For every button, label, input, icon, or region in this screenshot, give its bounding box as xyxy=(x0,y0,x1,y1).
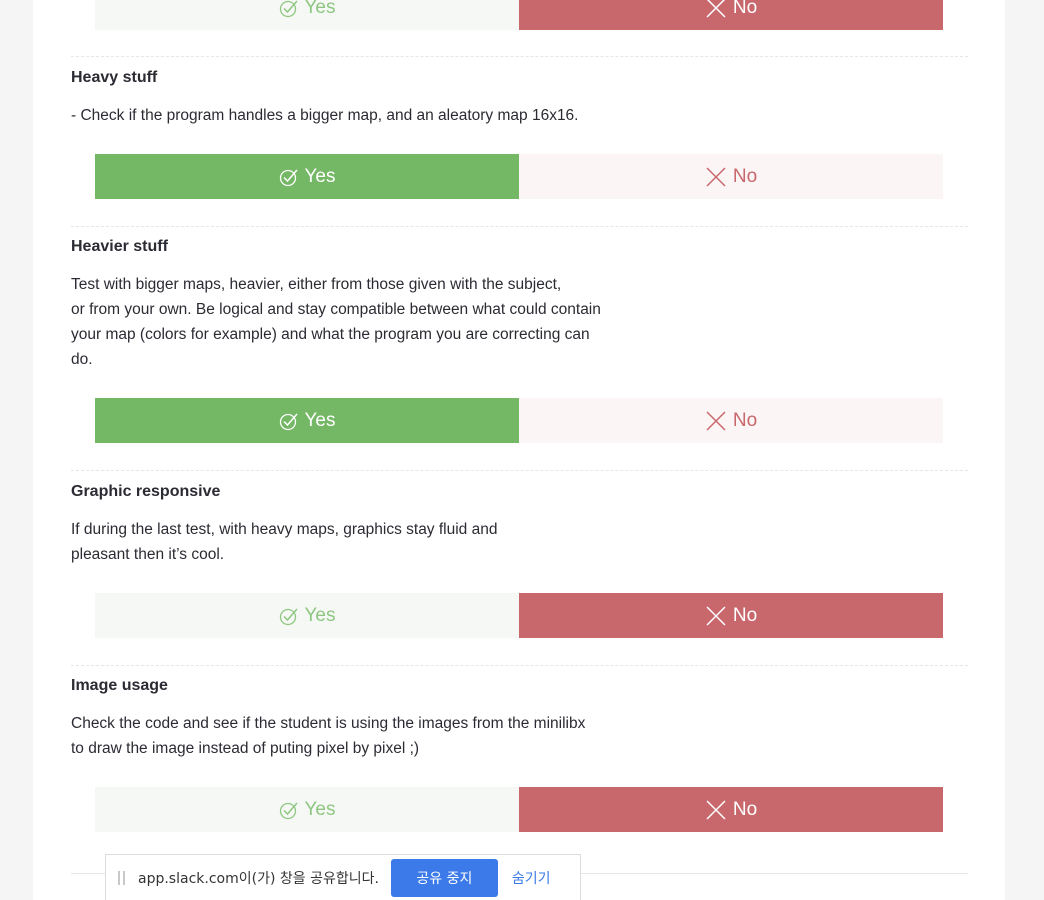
no-label: No xyxy=(732,604,758,626)
section-title: Heavy stuff xyxy=(71,69,158,86)
divider xyxy=(71,665,968,666)
no-button[interactable]: No xyxy=(519,593,943,638)
no-button[interactable]: No xyxy=(519,398,943,443)
answer-row-0: Yes No xyxy=(95,0,943,30)
evaluation-card: Yes No Heavy stuff - Check if the progra… xyxy=(33,0,1005,900)
no-label: No xyxy=(732,165,758,187)
section-description: If during the last test, with heavy maps… xyxy=(71,521,498,563)
check-icon xyxy=(279,0,299,18)
drag-handle-icon[interactable] xyxy=(118,870,128,885)
check-icon xyxy=(279,606,299,626)
section-description: Check the code and see if the student is… xyxy=(71,715,586,757)
section-title: Graphic responsive xyxy=(71,483,221,500)
x-icon xyxy=(705,605,727,627)
answer-row-4: Yes No xyxy=(95,787,943,832)
x-icon xyxy=(705,0,727,19)
yes-button[interactable]: Yes xyxy=(95,593,519,638)
answer-row-3: Yes No xyxy=(95,593,943,638)
answer-row-2: Yes No xyxy=(95,398,943,443)
screen-share-bar: app.slack.com이(가) 창을 공유합니다. 공유 중지 숨기기 xyxy=(105,854,581,900)
x-icon xyxy=(705,799,727,821)
stop-sharing-button[interactable]: 공유 중지 xyxy=(390,858,498,897)
section-description: - Check if the program handles a bigger … xyxy=(71,107,579,124)
section-title: Heavier stuff xyxy=(71,238,168,255)
answer-row-1: Yes No xyxy=(95,154,943,199)
yes-label: Yes xyxy=(304,798,336,820)
section-title: Image usage xyxy=(71,677,168,694)
yes-label: Yes xyxy=(304,0,336,18)
no-label: No xyxy=(732,0,758,18)
section-description: Test with bigger maps, heavier, either f… xyxy=(71,276,601,368)
divider xyxy=(71,56,968,57)
no-button[interactable]: No xyxy=(519,787,943,832)
divider xyxy=(71,226,968,227)
check-icon xyxy=(279,167,299,187)
no-label: No xyxy=(732,409,758,431)
no-button[interactable]: No xyxy=(519,154,943,199)
hide-button[interactable]: 숨기기 xyxy=(512,868,551,888)
check-icon xyxy=(279,800,299,820)
check-icon xyxy=(279,411,299,431)
yes-label: Yes xyxy=(304,604,336,626)
yes-button[interactable]: Yes xyxy=(95,398,519,443)
no-button[interactable]: No xyxy=(519,0,943,30)
yes-button[interactable]: Yes xyxy=(95,787,519,832)
no-label: No xyxy=(732,798,758,820)
divider xyxy=(71,470,968,471)
x-icon xyxy=(705,410,727,432)
yes-button[interactable]: Yes xyxy=(95,0,519,30)
yes-button[interactable]: Yes xyxy=(95,154,519,199)
x-icon xyxy=(705,166,727,188)
share-status-text: app.slack.com이(가) 창을 공유합니다. xyxy=(138,870,379,887)
yes-label: Yes xyxy=(304,409,336,431)
yes-label: Yes xyxy=(304,165,336,187)
